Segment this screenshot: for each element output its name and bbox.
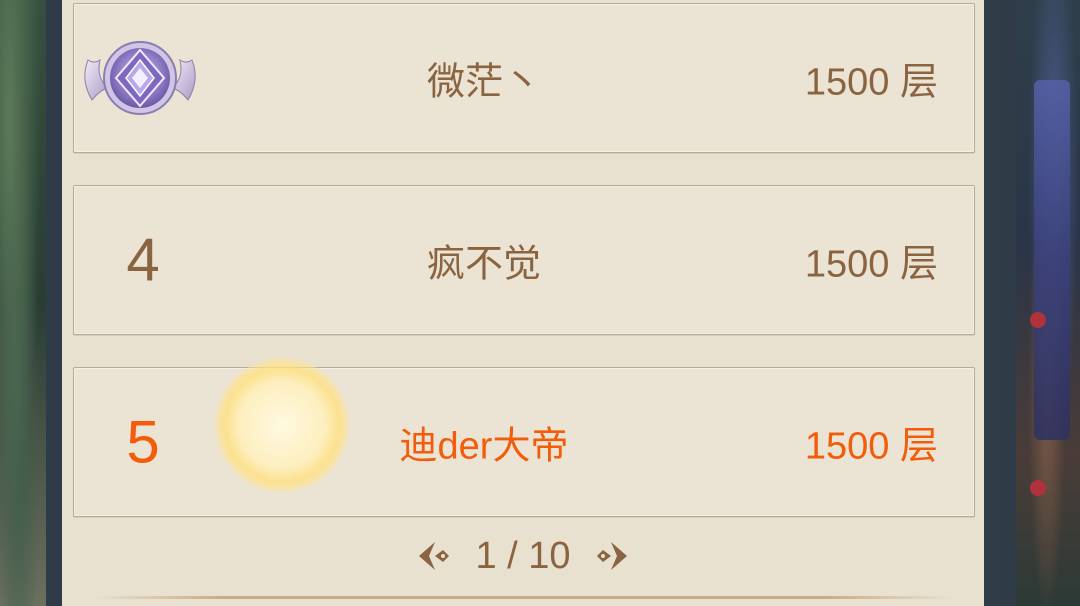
rank-number: 4 — [126, 226, 160, 294]
background-scenery-left — [0, 0, 46, 606]
player-name: 迪der大帝 — [399, 425, 569, 468]
diamond-rank-badge-icon — [78, 30, 202, 126]
player-name: 微茫丶 — [426, 61, 541, 104]
leaderboard-row-current-player[interactable]: 5 迪der大帝 1500 层 — [73, 367, 975, 517]
background-red-marker — [1030, 480, 1046, 496]
background-tower — [1034, 80, 1070, 440]
player-name: 疯不觉 — [426, 243, 541, 286]
player-score: 1500 层 — [804, 61, 938, 104]
leaderboard-row[interactable]: 微茫丶 1500 层 — [73, 3, 975, 153]
rank-number: 5 — [126, 408, 160, 476]
background-red-marker — [1030, 312, 1046, 328]
leaderboard-row[interactable]: 4 疯不觉 1500 层 — [73, 185, 975, 335]
prev-page-arrow-icon[interactable] — [415, 536, 455, 576]
background-scenery-right — [1014, 0, 1080, 606]
player-score: 1500 层 — [804, 243, 938, 286]
page-indicator: 1 / 10 — [475, 534, 571, 577]
bottom-divider — [94, 596, 954, 599]
player-score: 1500 层 — [804, 425, 938, 468]
pagination: 1 / 10 — [62, 528, 984, 584]
next-page-arrow-icon[interactable] — [591, 536, 631, 576]
